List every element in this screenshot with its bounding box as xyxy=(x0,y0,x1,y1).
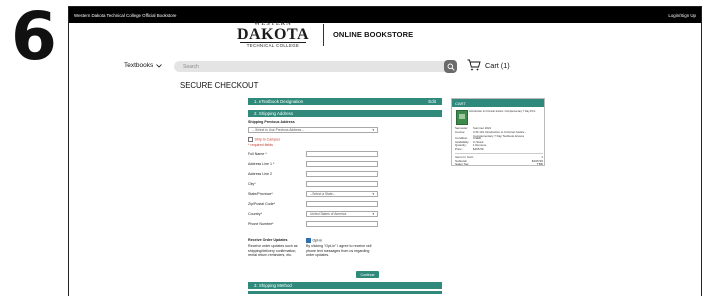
zip-label: Zip/Postal Code* xyxy=(248,202,275,206)
brand-header: WESTERN DAKOTA TECHNICAL COLLEGE ONLINE … xyxy=(230,20,413,49)
cart-sales-tax: Sales Tax: TBD xyxy=(455,162,543,166)
search-button[interactable] xyxy=(444,60,457,73)
cart-icon xyxy=(467,59,481,71)
cart-label: Cart (1) xyxy=(485,60,510,70)
logo-line-2: DAKOTA xyxy=(236,26,310,43)
checkbox-checked-icon xyxy=(306,238,311,243)
step-label: 2. Shipping Address xyxy=(254,111,294,116)
cart-summary: CART Introduction to Criminal Justice: C… xyxy=(451,98,545,166)
country-value: United States of America xyxy=(310,212,347,216)
city-label: City* xyxy=(248,182,256,186)
step-shipping-method[interactable]: 3. Shipping Method xyxy=(248,282,442,289)
logo-line-3: TECHNICAL COLLEGE xyxy=(240,42,306,49)
checkbox-icon xyxy=(248,137,253,142)
tax-value: TBD xyxy=(536,162,543,166)
chevron-down-icon xyxy=(156,63,163,68)
full-name-label: Full Name * xyxy=(248,152,267,156)
step-shipping-address: 2. Shipping Address xyxy=(248,110,442,117)
cart-title: CART xyxy=(452,99,544,107)
cart-link[interactable]: Cart (1) xyxy=(467,59,510,71)
ship-to-campus-label: Ship to Campus xyxy=(254,137,281,142)
prev-address-value: -- Select to Use Previous Address -- xyxy=(252,128,305,132)
required-note: * required fields xyxy=(248,143,273,147)
continue-button[interactable]: Continue xyxy=(356,271,379,278)
opt-in-description: By clicking "Opt-in" I agree to receive … xyxy=(306,244,372,258)
address2-field[interactable] xyxy=(306,171,378,177)
brand-divider xyxy=(323,23,324,46)
country-select[interactable]: United States of America ▾ xyxy=(306,211,378,217)
country-label: Country* xyxy=(248,212,262,216)
browser-frame: Western Dakota Technical College Officia… xyxy=(68,6,702,296)
step-number: 6 xyxy=(11,0,57,75)
step-label: 3. Shipping Method xyxy=(254,283,292,288)
prev-address-select[interactable]: -- Select to Use Previous Address -- ▾ xyxy=(248,127,378,133)
page-title: SECURE CHECKOUT xyxy=(180,81,259,90)
phone-label: Phone Number* xyxy=(248,222,274,226)
zip-field[interactable] xyxy=(306,201,378,207)
step-label: 1. eTextbook Designation xyxy=(254,99,304,104)
cart-divider xyxy=(455,153,543,154)
full-name-field[interactable] xyxy=(306,151,378,157)
ship-to-campus-checkbox[interactable]: Ship to Campus xyxy=(248,137,280,142)
book-cover-image[interactable] xyxy=(456,110,468,125)
opt-in-checkbox[interactable]: Opt-in xyxy=(306,238,322,243)
tax-label: Sales Tax: xyxy=(455,162,470,166)
chevron-down-icon: ▾ xyxy=(372,192,374,196)
address2-label: Address Line 2 xyxy=(248,172,272,176)
chevron-down-icon: ▾ xyxy=(372,128,374,132)
address1-field[interactable] xyxy=(306,161,378,167)
city-field[interactable] xyxy=(306,181,378,187)
phone-field[interactable] xyxy=(306,221,378,227)
state-label: State/Province* xyxy=(248,192,273,196)
opt-in-label: Opt-in xyxy=(312,238,323,243)
login-link[interactable]: Login/Sign Up xyxy=(668,13,696,18)
step-edit-link[interactable]: Edit xyxy=(428,99,436,104)
cart-row-price: Price: $165.59 xyxy=(455,147,533,151)
search-input[interactable]: Search xyxy=(174,61,452,72)
step-etextbook-designation[interactable]: 1. eTextbook Designation Edit xyxy=(248,98,442,105)
site-name[interactable]: Western Dakota Technical College Officia… xyxy=(74,13,177,18)
chevron-down-icon: ▾ xyxy=(372,212,374,216)
row-key: Price: xyxy=(455,146,463,151)
search-icon xyxy=(447,63,455,71)
brand-title: ONLINE BOOKSTORE xyxy=(333,30,414,39)
next-step-bar xyxy=(248,291,442,294)
state-select[interactable]: --Select a State-- ▾ xyxy=(306,191,378,197)
updates-description: Receive order updates such as shipping/d… xyxy=(248,244,298,258)
college-logo[interactable]: WESTERN DAKOTA TECHNICAL COLLEGE xyxy=(230,20,316,49)
updates-title: Receive Order Updates xyxy=(248,238,288,242)
book-title[interactable]: Introduction to Criminal Justice: Comple… xyxy=(469,110,539,113)
textbooks-menu[interactable]: Textbooks xyxy=(124,62,163,69)
prev-address-label: Shipping Previous Address xyxy=(248,120,295,124)
address1-label: Address Line 1 * xyxy=(248,162,275,166)
search-placeholder: Search xyxy=(183,63,199,70)
state-value: --Select a State-- xyxy=(310,192,335,196)
row-value: $165.59 xyxy=(473,146,484,151)
textbooks-label: Textbooks xyxy=(124,62,154,69)
